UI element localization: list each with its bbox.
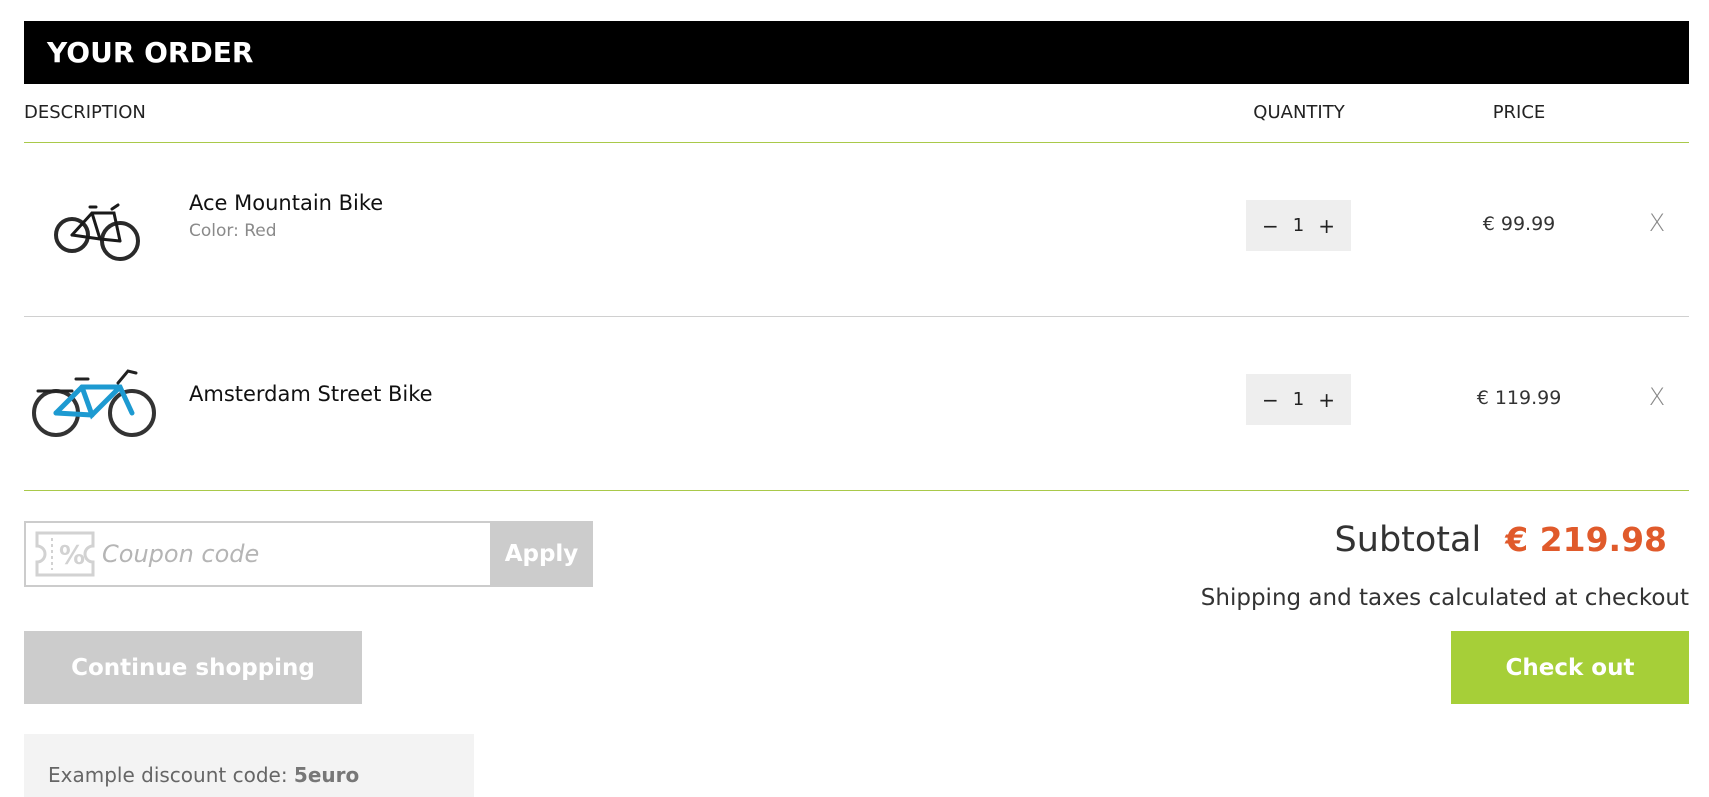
street-bike-image [32,369,156,437]
column-description: DESCRIPTION [24,102,146,123]
cart-item: Ace Mountain Bike Color: Red − 1 + € 99.… [24,143,1689,317]
subtotal: Subtotal € 219.98 [1335,520,1667,560]
increase-quantity-button[interactable]: + [1318,216,1335,236]
decrease-quantity-button[interactable]: − [1262,390,1279,410]
discount-hint-text: Example discount code: [48,763,294,787]
coupon-code-input[interactable] [96,523,490,585]
discount-code: 5euro [293,763,360,787]
column-quantity: QUANTITY [1253,102,1345,123]
quantity-stepper: − 1 + [1246,200,1351,251]
item-price: € 99.99 [1482,213,1556,235]
increase-quantity-button[interactable]: + [1318,390,1335,410]
cart-item: Amsterdam Street Bike − 1 + € 119.99 X [24,317,1689,491]
table-header: DESCRIPTION QUANTITY PRICE [24,84,1689,143]
order-panel: YOUR ORDER DESCRIPTION QUANTITY PRICE Ac… [24,21,1689,491]
subtotal-value: € 219.98 [1505,520,1667,559]
coupon-form: % Apply [24,521,593,587]
apply-coupon-button[interactable]: Apply [490,521,593,587]
discount-hint: Example discount code: 5euro [24,734,474,797]
order-header: YOUR ORDER [24,21,1689,84]
shipping-note: Shipping and taxes calculated at checkou… [1200,585,1689,611]
quantity-value[interactable]: 1 [1293,389,1304,410]
item-variant: Color: Red [189,221,277,241]
quantity-stepper: − 1 + [1246,374,1351,425]
item-price: € 119.99 [1476,387,1562,409]
mountain-bike-image [54,203,140,261]
item-name[interactable]: Ace Mountain Bike [189,191,383,215]
continue-shopping-button[interactable]: Continue shopping [24,631,362,704]
column-price: PRICE [1492,102,1546,123]
coupon-percent-icon: % [35,531,95,577]
quantity-value[interactable]: 1 [1293,215,1304,236]
checkout-button[interactable]: Check out [1451,631,1689,704]
svg-text:%: % [59,541,85,571]
item-name[interactable]: Amsterdam Street Bike [189,382,433,406]
subtotal-label: Subtotal [1334,520,1482,560]
remove-item-button[interactable]: X [1644,383,1670,411]
remove-item-button[interactable]: X [1644,209,1670,237]
decrease-quantity-button[interactable]: − [1262,216,1279,236]
order-title: YOUR ORDER [47,36,254,69]
